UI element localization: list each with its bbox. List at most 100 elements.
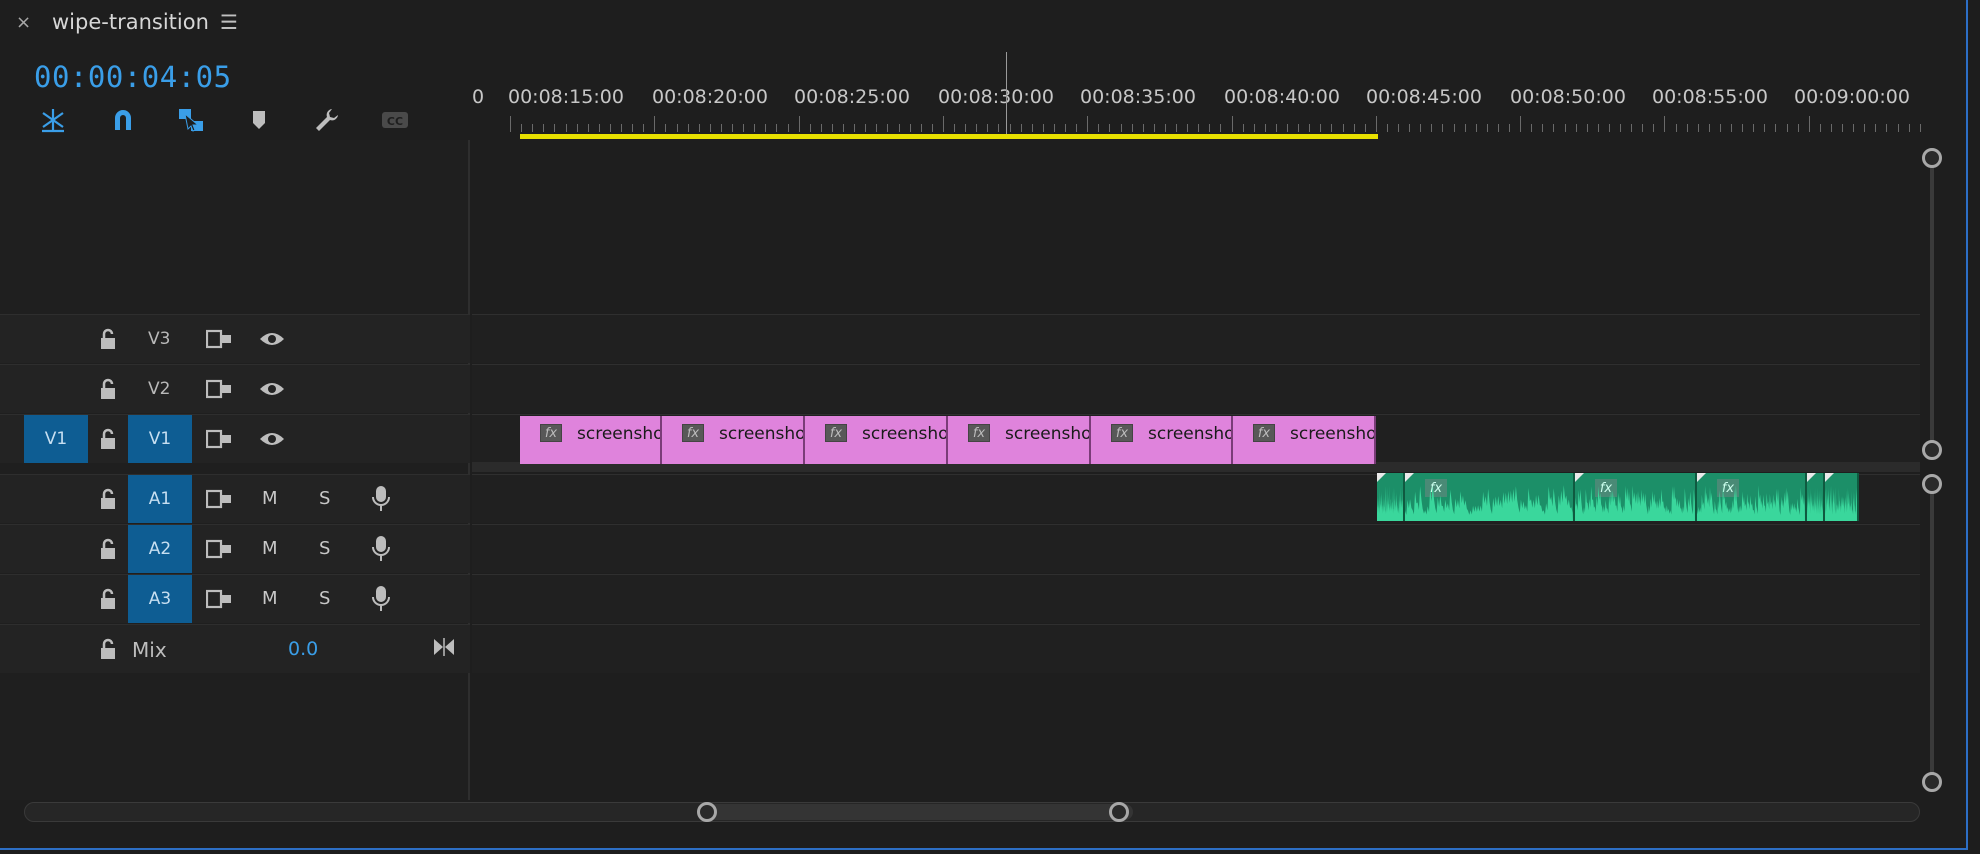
- ruler-tick: [1409, 124, 1411, 132]
- track-lane-a3[interactable]: [472, 574, 1920, 623]
- ruler-tick: [1220, 124, 1222, 132]
- track-lock-icon[interactable]: [98, 378, 118, 400]
- track-lanes[interactable]: [472, 140, 1920, 800]
- captions-cc-icon[interactable]: CC: [378, 104, 412, 136]
- track-header-a2: A2 M S: [0, 524, 470, 573]
- time-ruler[interactable]: 0 00:08:15:00 00:08:20:00 00:08:25:00 00…: [470, 46, 1922, 140]
- zoom-handle-left[interactable]: [697, 802, 717, 822]
- mute-track-button[interactable]: M: [262, 488, 278, 509]
- close-tab-button[interactable]: ×: [16, 12, 31, 33]
- sync-lock-icon[interactable]: [206, 429, 232, 449]
- mute-track-button[interactable]: M: [262, 538, 278, 559]
- ruler-tick: [898, 124, 900, 132]
- video-clip[interactable]: fx screensho: [1091, 416, 1233, 464]
- audio-vertical-scrollbar[interactable]: [1922, 474, 1942, 794]
- ruler-tick: [1386, 124, 1388, 132]
- solo-track-button[interactable]: S: [319, 488, 330, 509]
- track-lock-icon[interactable]: [98, 588, 118, 610]
- ruler-label: 00:08:15:00: [508, 86, 624, 108]
- timeline-settings-wrench-icon[interactable]: [310, 104, 344, 136]
- video-clip[interactable]: fx screensho: [805, 416, 948, 464]
- track-target-a1[interactable]: A1: [128, 475, 192, 523]
- sequence-title[interactable]: wipe-transition: [52, 10, 209, 34]
- ruler-tick: [831, 124, 833, 132]
- sync-lock-icon[interactable]: [206, 329, 232, 349]
- voice-over-record-mic-icon[interactable]: [370, 485, 392, 513]
- audio-clip[interactable]: [1377, 473, 1405, 521]
- insert-overwrite-sequences-icon[interactable]: [36, 104, 70, 136]
- voice-over-record-mic-icon[interactable]: [370, 585, 392, 613]
- ruler-tick: [965, 124, 967, 132]
- ruler-tick: [1764, 124, 1766, 132]
- playhead-timecode[interactable]: 00:00:04:05: [34, 60, 232, 94]
- ruler-tick: [865, 124, 867, 132]
- track-lane-v3[interactable]: [472, 314, 1920, 363]
- scroll-handle-bottom[interactable]: [1922, 772, 1942, 792]
- ruler-tick: [621, 124, 622, 132]
- clip-label: screensho: [577, 424, 662, 444]
- ruler-tick: [1076, 124, 1078, 132]
- audio-clip[interactable]: fx: [1405, 473, 1575, 521]
- scroll-handle-top[interactable]: [1922, 148, 1942, 168]
- sync-lock-icon[interactable]: [206, 489, 232, 509]
- track-name-v2[interactable]: V2: [148, 379, 170, 399]
- zoom-handle-right[interactable]: [1109, 802, 1129, 822]
- playhead[interactable]: [1006, 52, 1007, 134]
- work-area-bar[interactable]: [520, 134, 1378, 139]
- audio-clip[interactable]: [1807, 473, 1825, 521]
- ruler-tick: [709, 124, 711, 132]
- horizontal-zoom-scrollbar[interactable]: [24, 802, 1920, 822]
- clip-label: screensho: [719, 424, 805, 444]
- sync-lock-icon[interactable]: [206, 379, 232, 399]
- zoom-scrollbar-thumb[interactable]: [707, 804, 1133, 820]
- toggle-track-output-eye-icon[interactable]: [258, 379, 286, 399]
- mix-volume-value[interactable]: 0.0: [288, 638, 318, 660]
- track-header-a1: A1 M S: [0, 474, 470, 523]
- sync-lock-icon[interactable]: [206, 589, 232, 609]
- track-lane-mix[interactable]: [472, 624, 1920, 673]
- mute-track-button[interactable]: M: [262, 588, 278, 609]
- scroll-handle-bottom[interactable]: [1922, 440, 1942, 460]
- ruler-tick: [787, 124, 789, 132]
- toggle-track-output-eye-icon[interactable]: [258, 329, 286, 349]
- track-lane-a2[interactable]: [472, 524, 1920, 573]
- track-lock-icon[interactable]: [98, 638, 118, 660]
- ruler-tick: [1731, 124, 1732, 132]
- ruler-tick: [1575, 124, 1577, 132]
- track-lock-icon[interactable]: [98, 428, 118, 450]
- video-clip[interactable]: fx screensho: [520, 416, 662, 464]
- pan-balance-icon[interactable]: [432, 637, 456, 657]
- sync-lock-icon[interactable]: [206, 539, 232, 559]
- ruler-tick: [1375, 116, 1377, 132]
- track-target-v1[interactable]: V1: [128, 415, 192, 463]
- track-target-a2[interactable]: A2: [128, 525, 192, 573]
- scroll-handle-top[interactable]: [1922, 474, 1942, 494]
- linked-selection-icon[interactable]: [174, 104, 208, 136]
- track-lock-icon[interactable]: [98, 328, 118, 350]
- audio-clip[interactable]: [1825, 473, 1859, 521]
- audio-clip[interactable]: fx: [1697, 473, 1807, 521]
- track-target-a3[interactable]: A3: [128, 575, 192, 623]
- video-clip[interactable]: fx screensho: [662, 416, 805, 464]
- ruler-tick: [1564, 124, 1566, 132]
- video-clip[interactable]: fx screensho: [1233, 416, 1376, 464]
- track-lane-v2[interactable]: [472, 364, 1920, 413]
- audio-clip[interactable]: fx: [1575, 473, 1697, 521]
- voice-over-record-mic-icon[interactable]: [370, 535, 392, 563]
- source-patch-v1[interactable]: V1: [24, 415, 88, 463]
- ruler-tick: [1264, 124, 1266, 132]
- video-vertical-scrollbar[interactable]: [1922, 148, 1942, 460]
- panel-menu-icon[interactable]: ☰: [220, 10, 238, 34]
- track-name-v3[interactable]: V3: [148, 329, 170, 349]
- ruler-tick: [1597, 124, 1599, 132]
- add-marker-icon[interactable]: [242, 104, 276, 136]
- track-lock-icon[interactable]: [98, 488, 118, 510]
- ruler-tick: [876, 124, 878, 132]
- solo-track-button[interactable]: S: [319, 538, 330, 559]
- toggle-track-output-eye-icon[interactable]: [258, 429, 286, 449]
- solo-track-button[interactable]: S: [319, 588, 330, 609]
- video-clip[interactable]: fx screensho: [948, 416, 1091, 464]
- snap-magnet-icon[interactable]: [106, 104, 140, 136]
- track-lock-icon[interactable]: [98, 538, 118, 560]
- ruler-tick: [1675, 124, 1677, 132]
